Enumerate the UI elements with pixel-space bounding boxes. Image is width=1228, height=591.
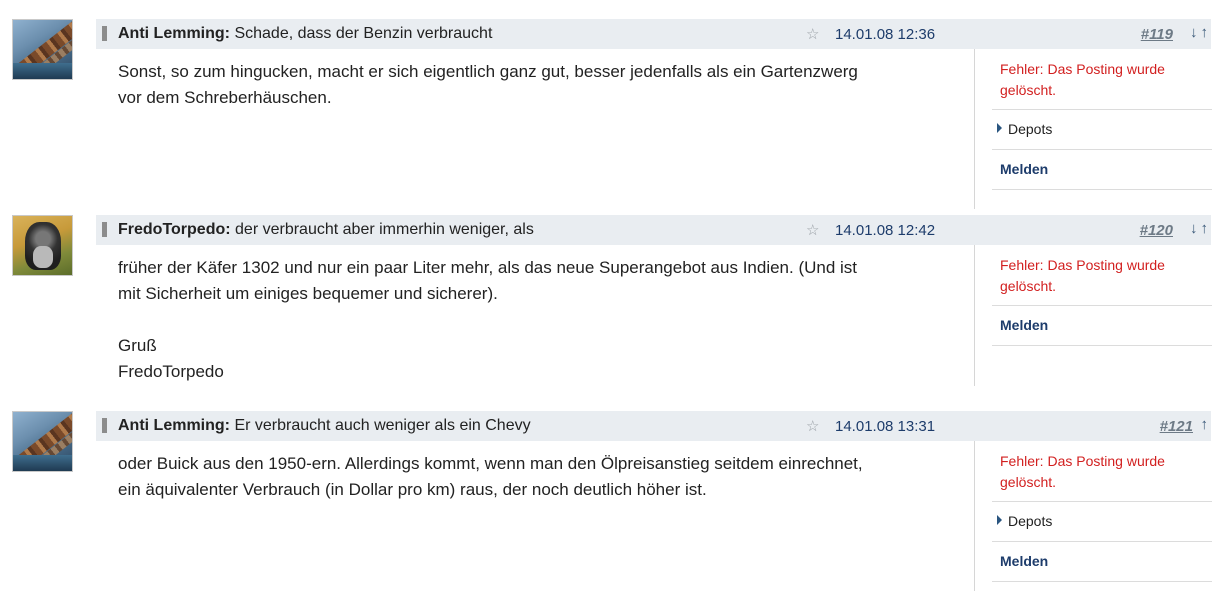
post-date: 14.01.08 13:31 [835,418,936,435]
post-title[interactable]: Anti Lemming: Er verbraucht auch weniger… [118,417,531,435]
post-body: früher der Käfer 1302 und nur ein paar L… [118,258,858,381]
star-icon[interactable]: ☆ [806,221,819,239]
post-subject: der verbraucht aber immerhin weniger, al… [235,221,534,238]
post-sidebar: Fehler: Das Posting wurde gelöscht. Depo… [974,441,1212,591]
avatar[interactable] [12,215,73,276]
avatar[interactable] [12,411,73,472]
post-body: Sonst, so zum hingucken, macht er sich e… [118,62,858,107]
post-date: 14.01.08 12:42 [835,222,936,239]
post-sidebar: Fehler: Das Posting wurde gelöscht. Depo… [974,49,1212,209]
post-number-link[interactable]: #119 [1141,26,1173,43]
arrow-down-icon[interactable]: ↓ [1190,220,1198,237]
depots-label: Depots [1008,513,1053,529]
bookmark-bar-icon [102,418,107,433]
depots-label: Depots [1008,121,1053,137]
depots-toggle[interactable]: Depots [992,502,1212,542]
bookmark-bar-icon [102,26,107,41]
post-body: oder Buick aus den 1950-ern. Allerdings … [118,454,863,499]
error-message: Fehler: Das Posting wurde gelöscht. [992,245,1212,306]
arrow-up-icon[interactable]: ↑ [1201,416,1209,433]
post-nav-arrows: ↓ ↑ [1187,220,1208,237]
star-icon[interactable]: ☆ [806,417,819,435]
post-subject: Schade, dass der Benzin verbraucht [234,25,493,42]
post-sidebar: Fehler: Das Posting wurde gelöscht. Meld… [974,245,1212,386]
post-author[interactable]: Anti Lemming: [118,417,230,434]
post-nav-arrows: ↑ [1198,416,1209,433]
error-message: Fehler: Das Posting wurde gelöscht. [992,441,1212,502]
post-nav-arrows: ↓ ↑ [1187,24,1208,41]
arrow-up-icon[interactable]: ↑ [1201,24,1209,41]
post-date: 14.01.08 12:36 [835,26,936,43]
post-title[interactable]: Anti Lemming: Schade, dass der Benzin ve… [118,25,492,43]
depots-toggle[interactable]: Depots [992,110,1212,150]
post-subject: Er verbraucht auch weniger als ein Chevy [234,417,531,434]
arrow-up-icon[interactable]: ↑ [1201,220,1209,237]
post-author[interactable]: Anti Lemming: [118,25,230,42]
post-number-link[interactable]: #121 [1160,418,1193,435]
post-header: FredoTorpedo: der verbraucht aber immerh… [96,215,1211,245]
post-header: Anti Lemming: Er verbraucht auch weniger… [96,411,1211,441]
post-title[interactable]: FredoTorpedo: der verbraucht aber immerh… [118,221,534,239]
post-number-link[interactable]: #120 [1140,222,1173,239]
caret-right-icon [997,515,1002,526]
avatar[interactable] [12,19,73,80]
arrow-down-icon[interactable]: ↓ [1190,24,1198,41]
error-message: Fehler: Das Posting wurde gelöscht. [992,49,1212,110]
star-icon[interactable]: ☆ [806,25,819,43]
melden-link[interactable]: Melden [992,150,1212,190]
melden-link[interactable]: Melden [992,542,1212,582]
caret-right-icon [997,123,1002,134]
melden-link[interactable]: Melden [992,306,1212,346]
post-header: Anti Lemming: Schade, dass der Benzin ve… [96,19,1211,49]
post-author[interactable]: FredoTorpedo: [118,221,231,238]
bookmark-bar-icon [102,222,107,237]
